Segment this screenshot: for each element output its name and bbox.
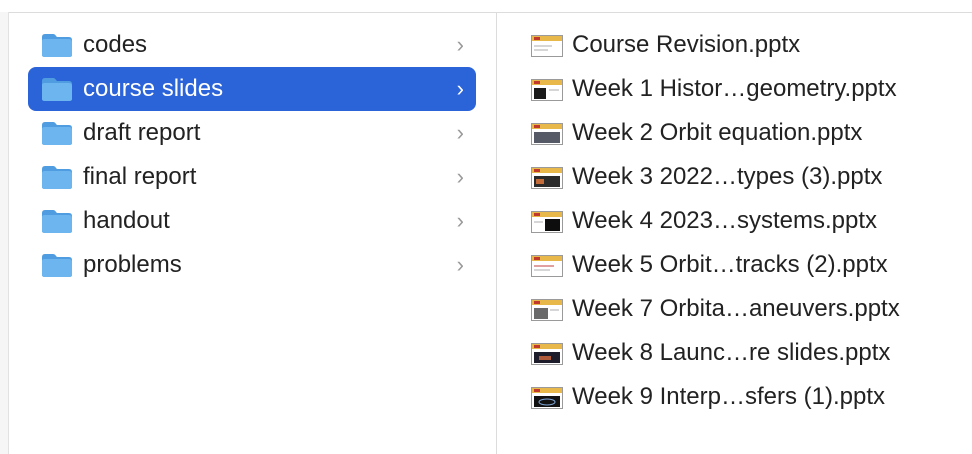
folder-row-handout[interactable]: handout › bbox=[28, 199, 476, 243]
file-name: Week 3 2022…types (3).pptx bbox=[572, 163, 883, 190]
chevron-right-icon: › bbox=[456, 208, 464, 233]
folder-row-final-report[interactable]: final report › bbox=[28, 155, 476, 199]
previous-column-edge[interactable] bbox=[0, 12, 9, 454]
chevron-right-icon: › bbox=[456, 76, 464, 101]
file-name: Week 9 Interp…sfers (1).pptx bbox=[572, 383, 886, 410]
folder-icon bbox=[42, 78, 72, 101]
file-name: Course Revision.pptx bbox=[572, 31, 801, 58]
folder-label: course slides bbox=[83, 75, 224, 102]
chevron-right-icon: › bbox=[456, 120, 464, 145]
folder-label: draft report bbox=[83, 119, 201, 146]
folder-label: final report bbox=[83, 163, 197, 190]
folder-row-problems[interactable]: problems › bbox=[28, 243, 476, 287]
file-name: Week 7 Orbita…aneuvers.pptx bbox=[572, 295, 900, 322]
pptx-thumbnail-icon bbox=[531, 387, 563, 409]
file-name: Week 2 Orbit equation.pptx bbox=[572, 119, 863, 146]
file-column[interactable]: Course Revision.pptx Week 1 Histor…geome… bbox=[497, 13, 972, 454]
pptx-thumbnail-icon bbox=[531, 343, 563, 365]
file-row[interactable]: Week 1 Histor…geometry.pptx bbox=[525, 67, 965, 111]
file-name: Week 4 2023…systems.pptx bbox=[572, 207, 878, 234]
chevron-right-icon: › bbox=[456, 252, 464, 277]
folder-icon bbox=[42, 122, 72, 145]
folder-row-draft-report[interactable]: draft report › bbox=[28, 111, 476, 155]
file-row[interactable]: Course Revision.pptx bbox=[525, 23, 965, 67]
file-name: Week 5 Orbit…tracks (2).pptx bbox=[572, 251, 888, 278]
folder-column[interactable]: codes › course slides › draft report › f… bbox=[9, 13, 496, 454]
folder-icon bbox=[42, 34, 72, 57]
pptx-thumbnail-icon bbox=[531, 211, 563, 233]
pptx-thumbnail-icon bbox=[531, 299, 563, 321]
pptx-thumbnail-icon bbox=[531, 35, 563, 57]
chevron-right-icon: › bbox=[456, 32, 464, 57]
file-name: Week 8 Launc…re slides.pptx bbox=[572, 339, 891, 366]
folder-label: handout bbox=[83, 207, 170, 234]
file-row[interactable]: Week 5 Orbit…tracks (2).pptx bbox=[525, 243, 965, 287]
file-row[interactable]: Week 2 Orbit equation.pptx bbox=[525, 111, 965, 155]
file-row[interactable]: Week 8 Launc…re slides.pptx bbox=[525, 331, 965, 375]
folder-label: problems bbox=[83, 251, 182, 278]
file-row[interactable]: Week 9 Interp…sfers (1).pptx bbox=[525, 375, 965, 419]
folder-row-codes[interactable]: codes › bbox=[28, 23, 476, 67]
folder-label: codes bbox=[83, 31, 148, 58]
folder-icon bbox=[42, 254, 72, 277]
finder-column-view: codes › course slides › draft report › f… bbox=[0, 0, 972, 454]
file-name: Week 1 Histor…geometry.pptx bbox=[572, 75, 897, 102]
folder-icon bbox=[42, 166, 72, 189]
file-row[interactable]: Week 4 2023…systems.pptx bbox=[525, 199, 965, 243]
pptx-thumbnail-icon bbox=[531, 167, 563, 189]
folder-row-course-slides[interactable]: course slides › bbox=[28, 67, 476, 111]
file-row[interactable]: Week 7 Orbita…aneuvers.pptx bbox=[525, 287, 965, 331]
pptx-thumbnail-icon bbox=[531, 255, 563, 277]
pptx-thumbnail-icon bbox=[531, 123, 563, 145]
chevron-right-icon: › bbox=[456, 164, 464, 189]
folder-icon bbox=[42, 210, 72, 233]
file-row[interactable]: Week 3 2022…types (3).pptx bbox=[525, 155, 965, 199]
pptx-thumbnail-icon bbox=[531, 79, 563, 101]
